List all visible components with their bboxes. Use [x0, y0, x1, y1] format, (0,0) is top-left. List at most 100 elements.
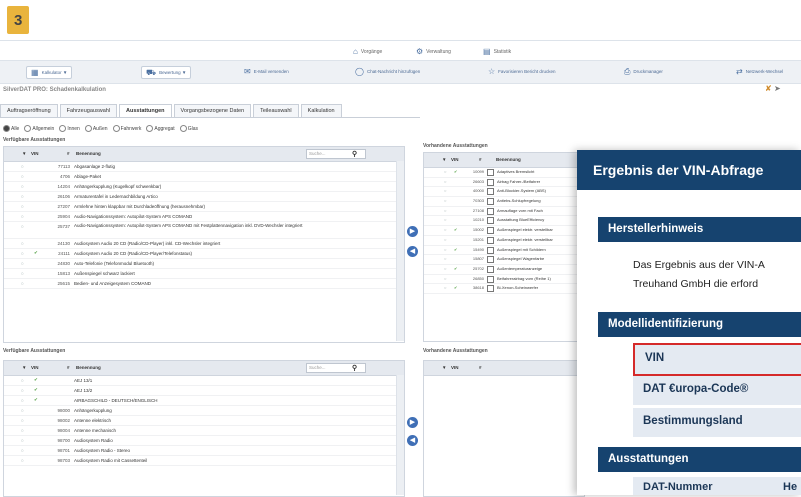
table-row[interactable]: ○ 4706 Ablage-Paket	[4, 172, 404, 182]
col-benennung[interactable]: Benennung	[76, 365, 101, 370]
select-radio-icon[interactable]: ○	[444, 247, 446, 252]
select-radio-icon[interactable]: ○	[444, 276, 446, 281]
table-row[interactable]: ○ ✔ 15002 Außenspiegel elektr. verstellbar	[424, 226, 584, 236]
checkbox[interactable]	[487, 246, 494, 254]
tab-fahrzeugauswahl[interactable]: Fahrzeugauswahl	[59, 104, 118, 118]
select-radio-icon[interactable]: ○	[21, 224, 24, 229]
scrollbar[interactable]	[396, 375, 404, 495]
table-row[interactable]: ○ ✔ AEJ 13/2	[4, 386, 404, 396]
col-vin[interactable]: VIN	[451, 157, 459, 162]
table-row[interactable]: ○ 25737 Audio-Navigationssystem: Autopilot…	[4, 222, 404, 239]
filter-innen[interactable]: Innen	[59, 125, 80, 132]
search-icon[interactable]: ⚲	[352, 150, 357, 158]
table-row[interactable]: ○ ✔ 25702 Außentemperaturanzeige	[424, 265, 584, 275]
move-left-button-2[interactable]: ◀	[407, 435, 418, 446]
select-radio-icon[interactable]: ○	[444, 237, 446, 242]
filter-fahrwerk[interactable]: Fahrwerk	[112, 125, 141, 132]
select-radio-icon[interactable]: ○	[21, 408, 24, 413]
col-he[interactable]: He	[783, 481, 797, 493]
select-radio-icon[interactable]: ○	[444, 179, 446, 184]
vin-field[interactable]: VIN	[633, 343, 801, 376]
netzwerk-button[interactable]: ⇄ Netzwerk-Wechsel	[736, 66, 783, 77]
table-row[interactable]: ○ ✔ AEJ 13/1	[4, 376, 404, 386]
select-radio-icon[interactable]: ○	[21, 378, 24, 383]
table-row[interactable]: ○ 26603 Airbag Fahrer-/Beifahrer	[424, 178, 584, 188]
tab-teileauswahl[interactable]: Teileauswahl	[253, 104, 299, 118]
table-row[interactable]: ○ 70303 Antiebs-Schlupfregelung	[424, 197, 584, 207]
table-row[interactable]: ○ 98004 Antenne mechanisch	[4, 426, 404, 436]
table-row[interactable]: ○ 98701 Audiosystem Radio - Stereo	[4, 446, 404, 456]
kalkulator-dropdown[interactable]: ▦ Kalkulator ▼	[26, 66, 73, 79]
table-row[interactable]: ○ 25904 Audio-Navigationssystem: Autopilot…	[4, 212, 404, 222]
table-row[interactable]: ○ 15201 Außenspiegel elektr. verstellbar	[424, 236, 584, 246]
checkbox[interactable]	[487, 236, 494, 244]
table-row[interactable]: ○ 98000 Anhängerkupplung	[4, 406, 404, 416]
filter-aggregat[interactable]: Aggregat	[146, 125, 175, 132]
select-radio-icon[interactable]: ○	[21, 251, 24, 256]
select-radio-icon[interactable]: ○	[444, 285, 446, 290]
table-row[interactable]: ○ ✔ 15490 Außenspiegel mit Schildern	[424, 246, 584, 256]
table-row[interactable]: ○ ✔ 10099 Adaptives Bremslicht	[424, 168, 584, 178]
tools-icon[interactable]: ✘	[765, 84, 772, 93]
select-radio-icon[interactable]: ○	[21, 184, 24, 189]
nav-statistik[interactable]: ▤ Statistik	[483, 47, 511, 56]
move-right-button-2[interactable]: ▶	[407, 417, 418, 428]
col-hash[interactable]: #	[479, 157, 482, 162]
select-radio-icon[interactable]: ○	[21, 281, 24, 286]
filter-alle[interactable]: Alle	[3, 125, 19, 132]
search-icon[interactable]: ⚲	[352, 364, 357, 372]
select-radio-icon[interactable]: ○	[444, 227, 446, 232]
select-radio-icon[interactable]: ○	[21, 241, 24, 246]
tab-kalkulation[interactable]: Kalkulation	[300, 104, 342, 118]
tab-auftragseroeffnung[interactable]: Auftragseröffnung	[0, 104, 58, 118]
checkbox[interactable]	[487, 188, 494, 196]
select-radio-icon[interactable]: ○	[21, 214, 24, 219]
select-radio-icon[interactable]: ○	[21, 261, 24, 266]
col-hash[interactable]: #	[67, 151, 70, 156]
select-radio-icon[interactable]: ○	[444, 256, 446, 261]
select-radio-icon[interactable]: ○	[21, 428, 24, 433]
filter-icon[interactable]: ▼	[442, 157, 446, 162]
col-hash[interactable]: #	[67, 365, 70, 370]
select-radio-icon[interactable]: ○	[21, 458, 24, 463]
table-row[interactable]: ○ 98002 Antenne elektrisch	[4, 416, 404, 426]
email-button[interactable]: ✉ E-Mail versenden	[244, 66, 289, 77]
select-radio-icon[interactable]: ○	[21, 194, 24, 199]
table-row[interactable]: ○ 27207 Armlehne hinten klappbar mit Durch…	[4, 202, 404, 212]
app-logo[interactable]: 3	[7, 6, 29, 34]
filter-allgemein[interactable]: Allgemein	[24, 125, 54, 132]
pin-icon[interactable]: ➤	[774, 84, 781, 93]
select-radio-icon[interactable]: ○	[444, 217, 446, 222]
checkbox[interactable]	[487, 275, 494, 283]
table-row[interactable]: ○ 40000 Anti-Blockier-System (ABS)	[424, 187, 584, 198]
table-row[interactable]: ○ 26850 Beifahrerairbag vorn (Reihe 1)	[424, 275, 584, 285]
move-right-button[interactable]: ▶	[407, 226, 418, 237]
filter-glas[interactable]: Glas	[179, 125, 198, 132]
select-radio-icon[interactable]: ○	[21, 388, 24, 393]
checkbox[interactable]	[487, 256, 494, 264]
table-row[interactable]: ○ ✔ AIRBAGSCHILD - DEUTSCH/ENGLISCH	[4, 396, 404, 406]
chat-button[interactable]: ◯ Chat-Nachricht hinzufügen	[355, 66, 420, 77]
nav-vorgaenge[interactable]: ⌂ Vorgänge	[353, 47, 382, 56]
print-report-button[interactable]: ☆ Favorisieren Bericht drucken	[488, 66, 555, 77]
checkbox[interactable]	[487, 207, 494, 215]
checkbox[interactable]	[487, 178, 494, 186]
select-radio-icon[interactable]: ○	[21, 271, 24, 276]
druckmanager-button[interactable]: ⎙ Druckmanager	[624, 66, 663, 77]
tab-ausstattungen[interactable]: Ausstattungen	[119, 104, 172, 118]
col-dat-nummer[interactable]: DAT-Nummer	[643, 481, 712, 493]
table-row[interactable]: ○ ✔ 24111 Audiosystem Audio 20 CD (Radio/CD…	[4, 249, 404, 259]
select-radio-icon[interactable]: ○	[444, 208, 446, 213]
scrollbar[interactable]	[396, 161, 404, 341]
checkbox[interactable]	[487, 285, 494, 293]
col-hash[interactable]: #	[479, 365, 482, 370]
table-row[interactable]: ○ 10210 Ausstattung BlueEfficiency	[424, 216, 584, 227]
select-radio-icon[interactable]: ○	[444, 198, 446, 203]
tab-vorgangsbezogene-daten[interactable]: Vorgangsbezogene Daten	[173, 104, 252, 118]
col-benennung[interactable]: Benennung	[76, 151, 101, 156]
select-radio-icon[interactable]: ○	[444, 266, 446, 271]
checkbox[interactable]	[487, 198, 494, 206]
col-vin[interactable]: VIN	[31, 365, 39, 370]
table-row[interactable]: ○ 25615 Bedien- und Anzeigesystem COMAND	[4, 279, 404, 289]
table-row[interactable]: ○ 15813 Außenspiegel schwarz lackiert	[4, 269, 404, 279]
